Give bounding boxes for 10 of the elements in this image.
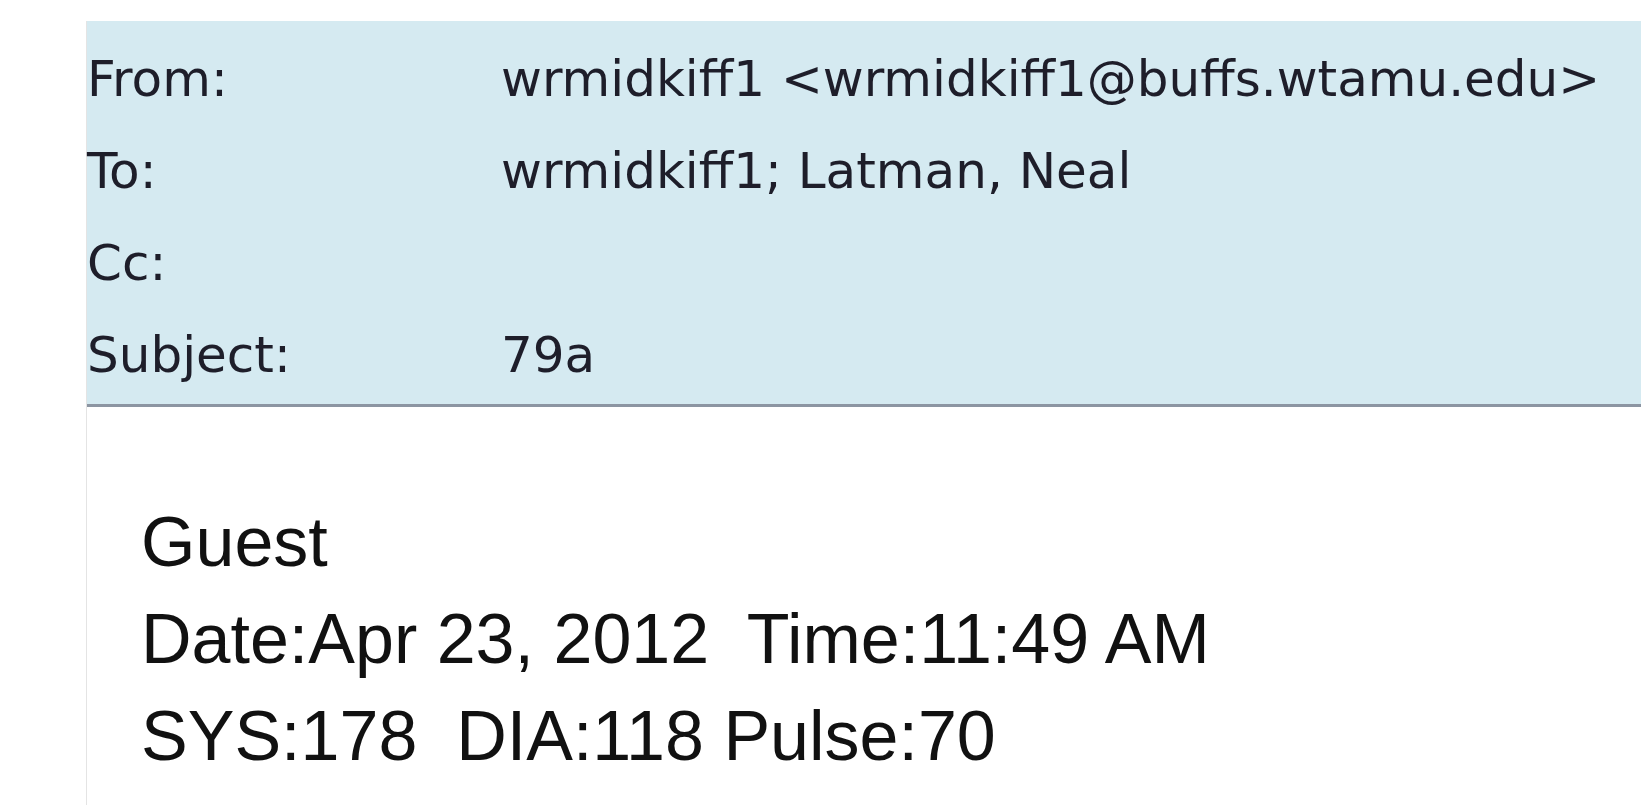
- field-label: From:: [87, 49, 229, 110]
- field-value: 79a: [501, 325, 597, 386]
- field-label: To:: [87, 141, 158, 202]
- message-line: SYS:178 DIA:118 Pulse:70: [141, 696, 996, 777]
- field-label: Cc:: [87, 233, 168, 294]
- message-line: Date:Apr 23, 2012 Time:11:49 AM: [141, 599, 1210, 680]
- message-line: Guest: [141, 502, 328, 583]
- field-label: Subject:: [87, 325, 292, 386]
- field-value: wrmidkiff1; Latman, Neal: [501, 141, 1133, 202]
- field-value: wrmidkiff1 <wrmidkiff1@buffs.wtamu.edu>: [501, 49, 1602, 110]
